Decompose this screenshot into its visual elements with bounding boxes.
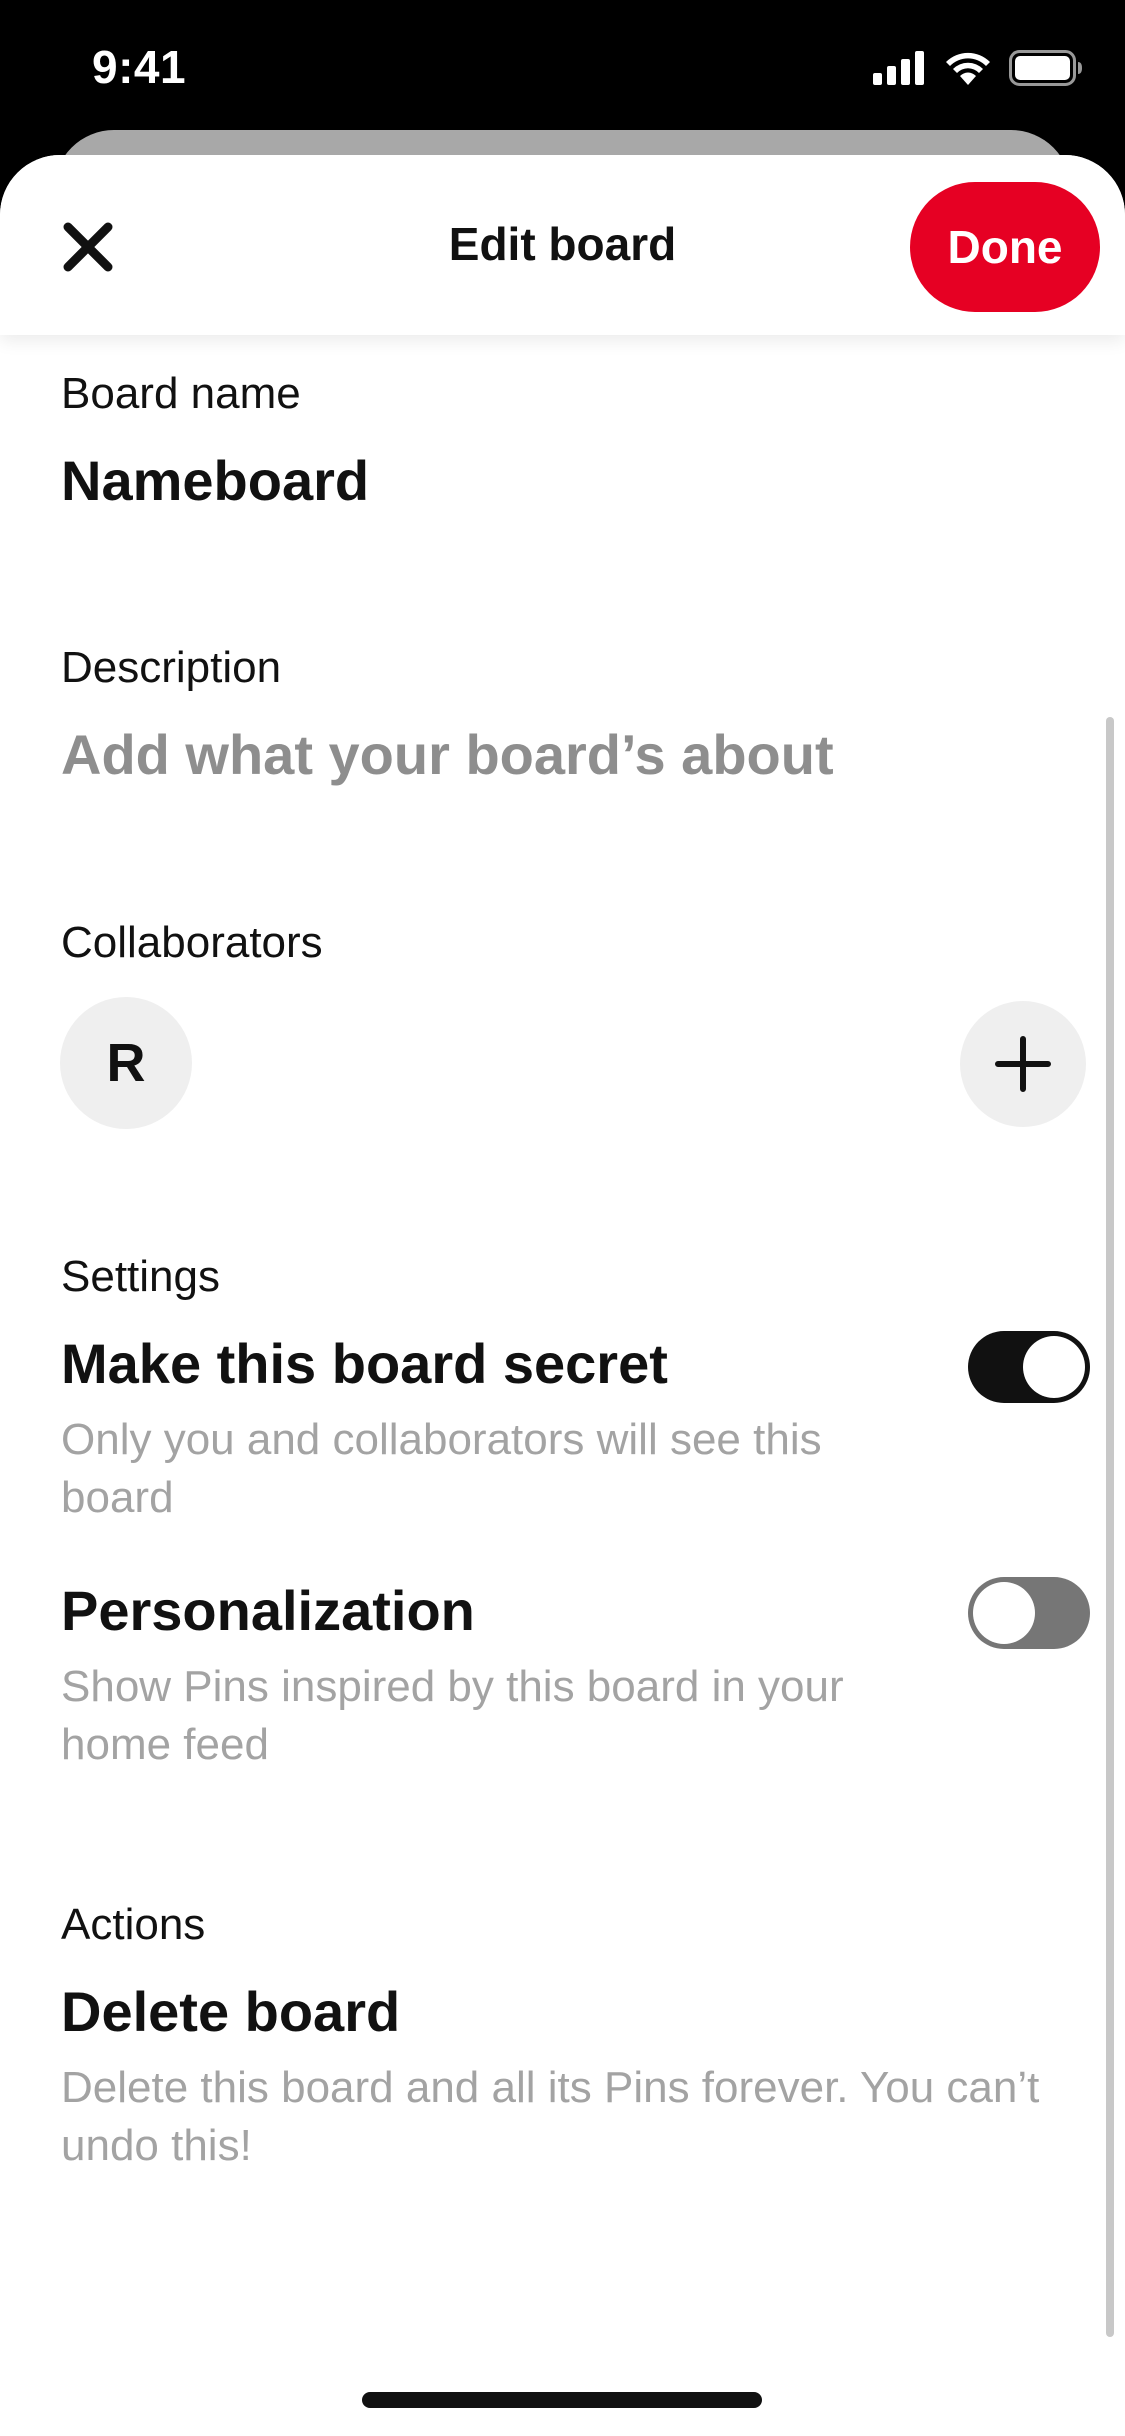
personalization-toggle[interactable] <box>968 1577 1090 1649</box>
toggle-knob <box>1023 1336 1085 1398</box>
board-name-field[interactable]: Nameboard <box>61 448 369 513</box>
cellular-signal-icon <box>873 51 924 85</box>
collaborator-avatar[interactable]: R <box>60 997 192 1129</box>
add-collaborator-button[interactable] <box>960 1001 1086 1127</box>
description-label: Description <box>61 643 282 692</box>
delete-board-description: Delete this board and all its Pins forev… <box>61 2063 1040 2170</box>
status-time: 9:41 <box>92 41 187 93</box>
settings-label: Settings <box>61 1252 220 1301</box>
delete-board-button[interactable]: Delete board <box>61 1979 400 2044</box>
personalization-setting-title: Personalization <box>61 1579 475 1642</box>
description-field[interactable]: Add what your board’s about <box>61 722 834 787</box>
secret-toggle[interactable] <box>968 1331 1090 1403</box>
scrollbar[interactable] <box>1106 717 1114 2337</box>
plus-icon <box>995 1036 1051 1092</box>
done-button[interactable]: Done <box>910 182 1100 312</box>
secret-setting-title: Make this board secret <box>61 1332 668 1395</box>
collaborators-label: Collaborators <box>61 918 323 967</box>
battery-icon <box>1009 50 1082 86</box>
screen: 9:41 Edit board Done Board name Nameboar… <box>0 0 1125 2436</box>
actions-label: Actions <box>61 1900 206 1949</box>
sheet-content: Board name Nameboard Description Add wha… <box>0 155 1125 2436</box>
secret-setting-description: Only you and collaborators will see this… <box>61 1415 822 1522</box>
board-name-label: Board name <box>61 369 301 418</box>
edit-board-sheet: Edit board Done Board name Nameboard Des… <box>0 155 1125 2436</box>
personalization-setting-description: Show Pins inspired by this board in your… <box>61 1662 844 1769</box>
sheet-header: Edit board Done <box>0 155 1125 335</box>
status-bar: 9:41 <box>0 0 1125 140</box>
home-indicator[interactable] <box>362 2392 762 2408</box>
wifi-icon <box>946 52 990 85</box>
toggle-knob <box>973 1582 1035 1644</box>
status-icons <box>873 50 1083 86</box>
